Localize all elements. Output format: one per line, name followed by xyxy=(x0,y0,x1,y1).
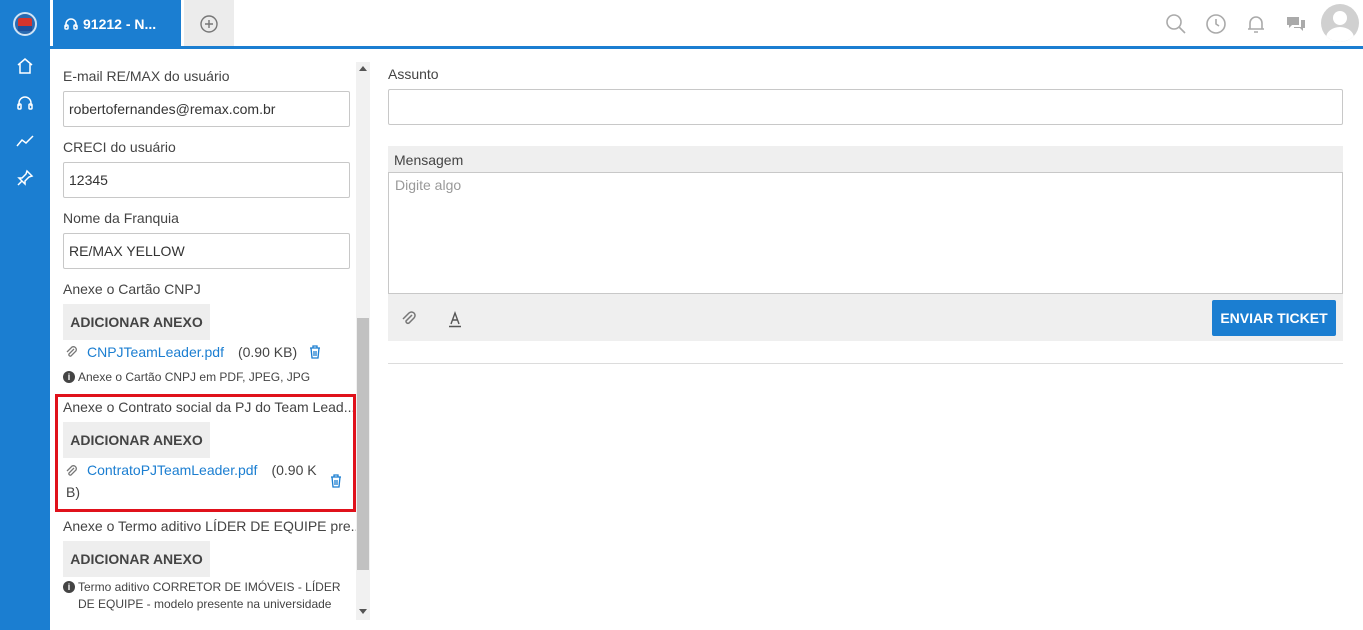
search-icon[interactable] xyxy=(1164,12,1188,36)
left-rail xyxy=(0,0,50,630)
assunto-label: Assunto xyxy=(388,66,439,82)
cnpj-file-link[interactable]: CNPJTeamLeader.pdf xyxy=(87,344,224,360)
ticket-form-panel: E-mail RE/MAX do usuário robertofernande… xyxy=(52,58,372,630)
highlight-box xyxy=(55,394,356,512)
assunto-input[interactable] xyxy=(388,89,1343,125)
send-ticket-button[interactable]: ENVIAR TICKET xyxy=(1212,300,1336,336)
chat-icon[interactable] xyxy=(1284,12,1308,36)
mensagem-label: Mensagem xyxy=(394,152,464,168)
franquia-label: Nome da Franquia xyxy=(63,210,179,226)
bell-icon[interactable] xyxy=(1244,12,1268,36)
termo-label: Anexe o Termo aditivo LÍDER DE EQUIPE pr… xyxy=(63,518,363,534)
scroll-up-arrow-icon[interactable] xyxy=(359,66,367,71)
message-textarea[interactable]: Digite algo xyxy=(388,172,1343,294)
creci-field[interactable]: 12345 xyxy=(63,162,350,198)
add-tab-button[interactable] xyxy=(184,0,234,47)
trash-icon[interactable] xyxy=(307,344,323,360)
franquia-field[interactable]: RE/MAX YELLOW xyxy=(63,233,350,269)
cnpj-hint-text: Anexe o Cartão CNPJ em PDF, JPEG, JPG xyxy=(78,370,311,384)
cnpj-add-attachment-button[interactable]: ADICIONAR ANEXO xyxy=(63,304,210,340)
cnpj-file-size: (0.90 KB) xyxy=(237,344,298,360)
clock-icon[interactable] xyxy=(1204,12,1228,36)
text-format-icon[interactable] xyxy=(446,310,464,328)
plus-circle-icon xyxy=(200,14,218,33)
scroll-down-arrow-icon[interactable] xyxy=(359,609,367,614)
info-icon: i xyxy=(63,371,75,383)
termo-hint: i Termo aditivo CORRETOR DE IMÓVEIS - LÍ… xyxy=(63,579,353,613)
home-icon[interactable] xyxy=(15,56,35,76)
topbar-accent-line xyxy=(50,46,1363,49)
cnpj-hint: i Anexe o Cartão CNPJ em PDF, JPEG, JPG xyxy=(63,369,310,386)
tab-label: 91212 - N... xyxy=(83,15,157,32)
info-icon: i xyxy=(63,581,75,593)
email-label: E-mail RE/MAX do usuário xyxy=(63,68,230,84)
termo-add-attachment-button[interactable]: ADICIONAR ANEXO xyxy=(63,541,210,577)
headset-icon xyxy=(64,17,78,30)
cnpj-label: Anexe o Cartão CNPJ xyxy=(63,281,201,297)
creci-label: CRECI do usuário xyxy=(63,139,176,155)
attach-icon[interactable] xyxy=(400,310,418,328)
trend-icon[interactable] xyxy=(15,131,35,151)
pin-icon[interactable] xyxy=(15,168,35,188)
termo-hint-text: Termo aditivo CORRETOR DE IMÓVEIS - LÍDE… xyxy=(78,580,341,611)
cnpj-file-row: CNPJTeamLeader.pdf (0.90 KB) xyxy=(65,344,323,360)
tab-ticket[interactable]: 91212 - N... xyxy=(53,0,181,47)
user-avatar[interactable] xyxy=(1321,4,1359,42)
paperclip-icon xyxy=(66,346,77,357)
headset-icon[interactable] xyxy=(15,93,35,113)
scrollbar-thumb[interactable] xyxy=(357,318,369,570)
divider xyxy=(388,363,1343,364)
remax-logo-icon[interactable] xyxy=(13,12,37,36)
email-field[interactable]: robertofernandes@remax.com.br xyxy=(63,91,350,127)
